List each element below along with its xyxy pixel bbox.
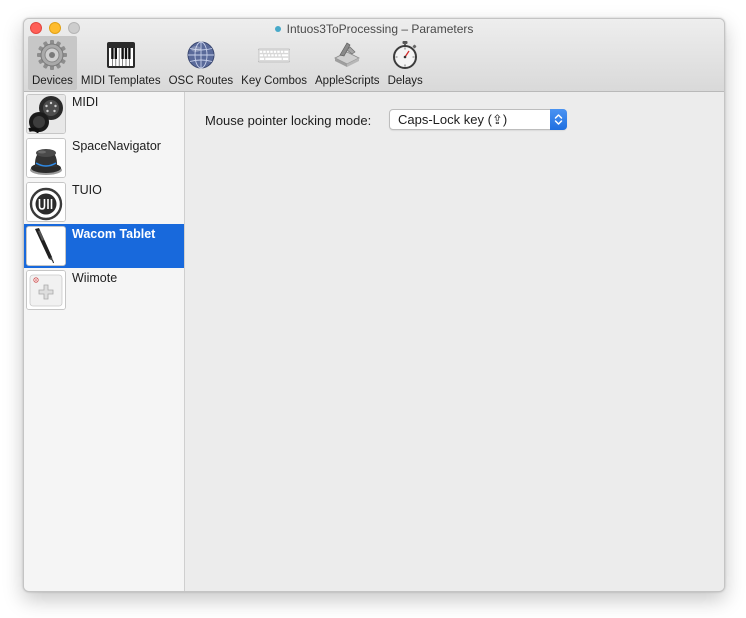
toolbar-label: MIDI Templates	[80, 75, 161, 87]
midi-cable-icon	[26, 94, 66, 134]
device-list: MIDI SpaceNavigator TUIO Wacom Tablet Wi…	[24, 92, 185, 591]
window-title-text: Intuos3ToProcessing – Parameters	[286, 22, 474, 36]
toolbar-osc-routes[interactable]: OSC Routes	[165, 36, 238, 90]
window-title: Intuos3ToProcessing – Parameters	[24, 21, 724, 37]
toolbar-key-combos[interactable]: Key Combos	[237, 36, 311, 90]
sidebar-item-tuio[interactable]: TUIO	[24, 180, 184, 224]
sidebar-item-wiimote[interactable]: Wiimote	[24, 268, 184, 312]
sidebar-item-spacenavigator[interactable]: SpaceNavigator	[24, 136, 184, 180]
sidebar-item-label: Wiimote	[72, 271, 118, 285]
pointer-locking-mode-value: Caps-Lock key (⇪)	[398, 112, 508, 127]
settings-pane: Mouse pointer locking mode: Caps-Lock ke…	[185, 92, 724, 591]
pointer-locking-mode-select[interactable]: Caps-Lock key (⇪)	[389, 109, 567, 130]
toolbar-midi-templates[interactable]: MIDI Templates	[77, 36, 165, 90]
title-bar: Intuos3ToProcessing – Parameters Devices…	[24, 19, 724, 92]
sidebar-item-label: MIDI	[72, 95, 99, 109]
toolbar-delays[interactable]: Delays	[384, 36, 427, 90]
script-icon	[334, 42, 361, 67]
toolbar-applescripts[interactable]: AppleScripts	[311, 36, 384, 90]
sidebar-item-label: Wacom Tablet	[72, 227, 156, 241]
globe-icon	[187, 41, 215, 69]
keyboard-icon	[258, 48, 291, 63]
toolbar-label: AppleScripts	[315, 75, 380, 87]
sidebar-item-label: SpaceNavigator	[72, 139, 161, 153]
piano-keyboard-icon	[106, 42, 135, 68]
toolbar-label: Key Combos	[241, 75, 307, 87]
toolbar-label: OSC Routes	[168, 75, 234, 87]
tuio-icon	[26, 182, 66, 222]
toolbar-label: Delays	[387, 75, 423, 87]
wiimote-icon	[26, 270, 66, 310]
sidebar-item-label: TUIO	[72, 183, 102, 197]
wacom-pen-icon	[26, 226, 66, 266]
toolbar-devices[interactable]: Devices	[28, 36, 77, 90]
document-icon	[274, 26, 281, 32]
app-window: Intuos3ToProcessing – Parameters Devices…	[23, 18, 725, 592]
pointer-locking-mode-label: Mouse pointer locking mode:	[205, 113, 372, 128]
sidebar-item-wacom-tablet[interactable]: Wacom Tablet	[24, 224, 184, 268]
space-navigator-icon	[26, 138, 66, 178]
stopwatch-icon	[393, 41, 418, 69]
sidebar-item-midi[interactable]: MIDI	[24, 92, 184, 136]
gear-icon	[37, 40, 68, 70]
updown-chevron-icon	[550, 109, 567, 130]
toolbar: Devices MIDI Templates OSC Routes Key Co…	[28, 36, 427, 90]
toolbar-label: Devices	[32, 75, 73, 87]
